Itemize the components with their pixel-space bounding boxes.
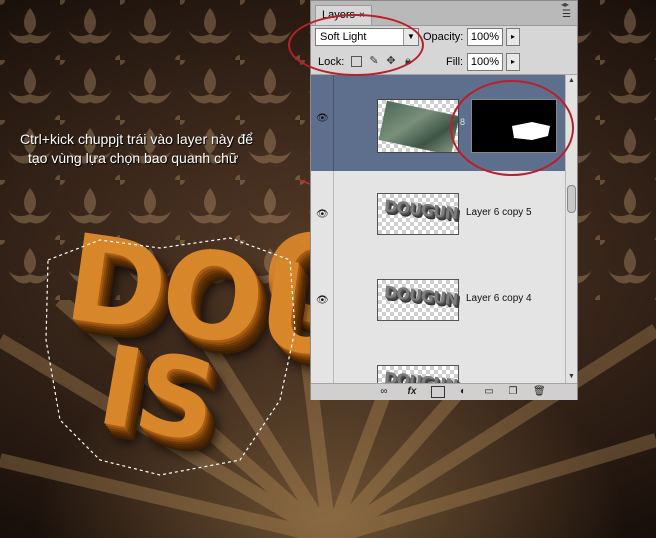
scroll-down-icon[interactable]: ▼ <box>566 371 577 383</box>
layer-name[interactable]: Layer 6 copy 5 <box>466 207 532 218</box>
scroll-thumb[interactable] <box>567 185 576 213</box>
thumbnail-art: DOUGUN <box>383 368 459 383</box>
collapse-panel-icon[interactable]: ◂▸ <box>561 0 569 9</box>
layer-row[interactable]: DOUGUN <box>311 343 565 383</box>
add-mask-icon[interactable] <box>431 386 445 398</box>
layer-thumbnail[interactable]: DOUGUN <box>377 193 459 235</box>
group-icon[interactable]: ▭ <box>483 386 495 398</box>
visibility-toggle[interactable]: 👁︎ <box>311 75 334 171</box>
layer-thumbnail[interactable]: DOUGUN <box>377 365 459 383</box>
fill-label: Fill: <box>446 56 464 68</box>
new-layer-icon[interactable]: ❐ <box>507 386 519 398</box>
opacity-input[interactable]: 100% <box>467 28 503 46</box>
delete-icon[interactable]: 🗑︎ <box>533 386 546 398</box>
highlight-circle-blend <box>288 14 424 76</box>
scroll-up-icon[interactable]: ▲ <box>566 75 577 87</box>
opacity-label: Opacity: <box>423 31 464 43</box>
visibility-toggle[interactable]: 👁︎ <box>311 171 334 257</box>
adjustment-icon[interactable]: ◐ <box>457 386 469 398</box>
thumbnail-art: DOUGUN <box>383 282 459 309</box>
texture-image <box>378 100 458 152</box>
visibility-toggle[interactable]: 👁︎ <box>311 257 334 343</box>
fill-slider-button[interactable]: ▸ <box>506 53 520 71</box>
highlight-circle-mask <box>450 80 574 176</box>
link-layers-icon[interactable]: ∞ <box>377 386 391 398</box>
layer-row[interactable]: 👁︎ DOUGUN Layer 6 copy 5 <box>311 171 565 258</box>
panel-menu-icon[interactable]: ☰ <box>562 9 571 20</box>
eye-icon[interactable]: 👁︎ <box>316 295 329 306</box>
thumbnail-art: DOUGUN <box>383 196 459 223</box>
layer-name[interactable]: Layer 6 copy 4 <box>466 293 532 304</box>
panel-bottom-bar: ∞ fx ◐ ▭ ❐ 🗑︎ <box>311 383 577 400</box>
layer-thumbnail[interactable]: DOUGUN <box>377 279 459 321</box>
eye-icon[interactable]: 👁︎ <box>316 209 329 220</box>
eye-icon[interactable]: 👁︎ <box>316 113 329 124</box>
fx-icon[interactable]: fx <box>403 386 421 398</box>
layer-thumbnail[interactable] <box>377 99 459 153</box>
fill-input[interactable]: 100% <box>467 53 503 71</box>
layer-row[interactable]: 👁︎ DOUGUN Layer 6 copy 4 <box>311 257 565 344</box>
opacity-slider-button[interactable]: ▸ <box>506 28 520 46</box>
visibility-toggle[interactable] <box>311 343 334 383</box>
